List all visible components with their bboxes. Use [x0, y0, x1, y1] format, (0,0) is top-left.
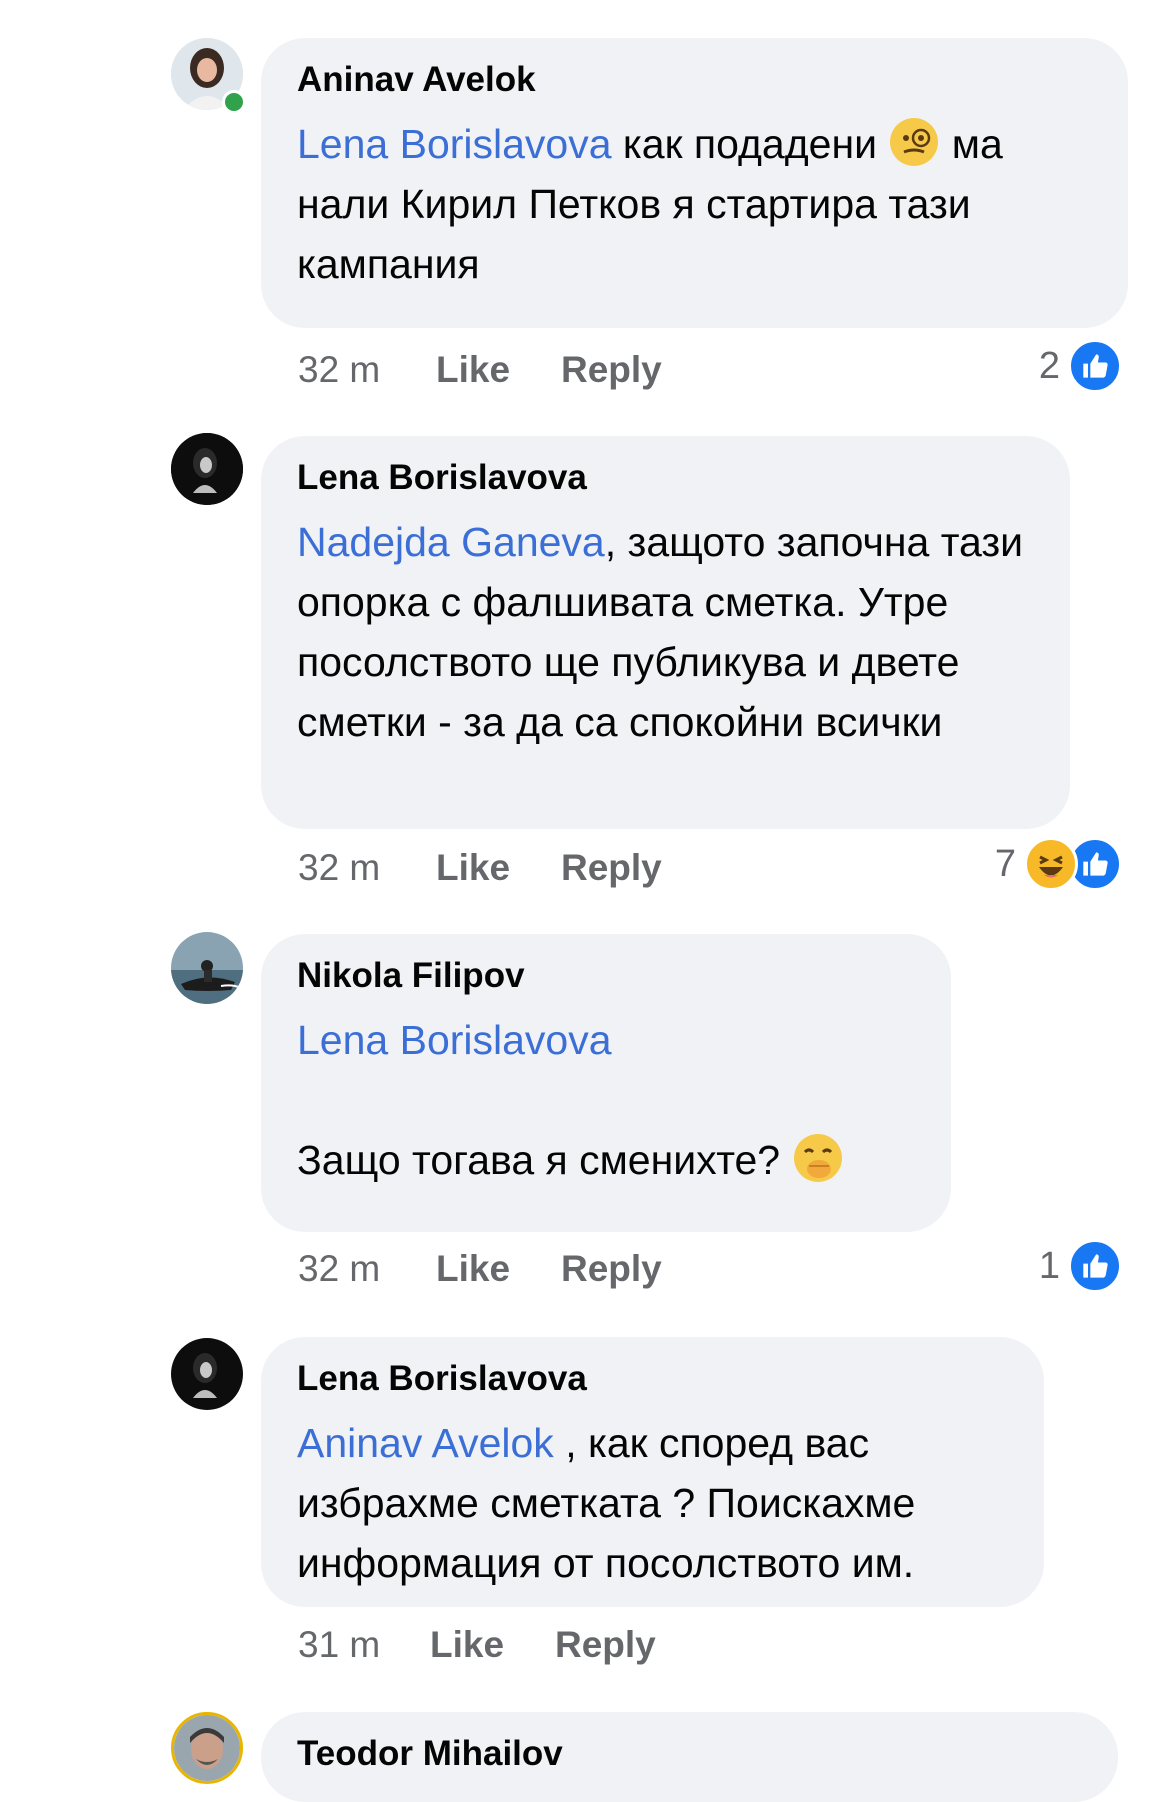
reactions-summary[interactable]: 1: [1038, 1239, 1122, 1293]
comment-author[interactable]: Teodor Mihailov: [297, 1734, 1082, 1774]
comment-text: Nadejda Ganeva, защото започна тази опор…: [297, 519, 1024, 745]
comment-author[interactable]: Lena Borislavova: [297, 458, 1034, 498]
comment-author[interactable]: Lena Borislavova: [297, 1359, 1008, 1399]
comment-bubble: Aninav Avelok Lena Borislavova как подад…: [261, 38, 1128, 328]
comment-author[interactable]: Aninav Avelok: [297, 60, 1092, 100]
avatar[interactable]: [171, 433, 243, 505]
reactions-summary[interactable]: 7: [994, 837, 1122, 891]
reactions-summary[interactable]: 2: [1038, 339, 1122, 393]
like-button[interactable]: Like: [436, 1244, 510, 1294]
comment-time[interactable]: 32 m: [298, 843, 380, 893]
haha-reaction-icon: [1024, 837, 1078, 891]
reaction-count: 1: [1038, 1244, 1060, 1287]
comment-time[interactable]: 32 m: [298, 345, 380, 395]
comment-text: Aninav Avelok , как според вас избрахме …: [297, 1420, 916, 1586]
online-status-indicator: [222, 90, 246, 114]
like-reaction-icon: [1068, 1239, 1122, 1293]
reply-button[interactable]: Reply: [561, 345, 662, 395]
comment-bubble: Lena Borislavova Aninav Avelok , как спо…: [261, 1337, 1044, 1607]
like-button[interactable]: Like: [430, 1620, 504, 1670]
comment-bubble: Nikola Filipov Lena Borislavova Защо тог…: [261, 934, 951, 1232]
like-button[interactable]: Like: [436, 345, 510, 395]
reaction-count: 7: [994, 842, 1016, 885]
face-with-hand-over-mouth-emoji: [793, 1134, 842, 1182]
mention-link[interactable]: Aninav Avelok: [297, 1420, 554, 1466]
reply-button[interactable]: Reply: [561, 1244, 662, 1294]
avatar[interactable]: [171, 932, 243, 1004]
reaction-count: 2: [1038, 344, 1060, 387]
comment-bubble: Lena Borislavova Nadejda Ganeva, защото …: [261, 436, 1070, 829]
monocle-face-emoji: [890, 118, 939, 166]
reply-button[interactable]: Reply: [561, 843, 662, 893]
comment-time[interactable]: 31 m: [298, 1620, 380, 1670]
comment-text: Lena Borislavova как подадени ма нали Ки…: [297, 114, 1092, 294]
like-reaction-icon: [1068, 339, 1122, 393]
mention-link[interactable]: Lena Borislavova: [297, 121, 612, 167]
mention-link[interactable]: Lena Borislavova: [297, 1017, 612, 1063]
comment-time[interactable]: 32 m: [298, 1244, 380, 1294]
comment-bubble: Teodor Mihailov: [261, 1712, 1118, 1802]
comment-author[interactable]: Nikola Filipov: [297, 956, 915, 996]
avatar[interactable]: [171, 1338, 243, 1410]
avatar[interactable]: [171, 1712, 243, 1784]
like-button[interactable]: Like: [436, 843, 510, 893]
comment-text: Lena Borislavova Защо тогава я сменихте?: [297, 1010, 915, 1190]
mention-link[interactable]: Nadejda Ganeva: [297, 519, 605, 565]
reply-button[interactable]: Reply: [555, 1620, 656, 1670]
